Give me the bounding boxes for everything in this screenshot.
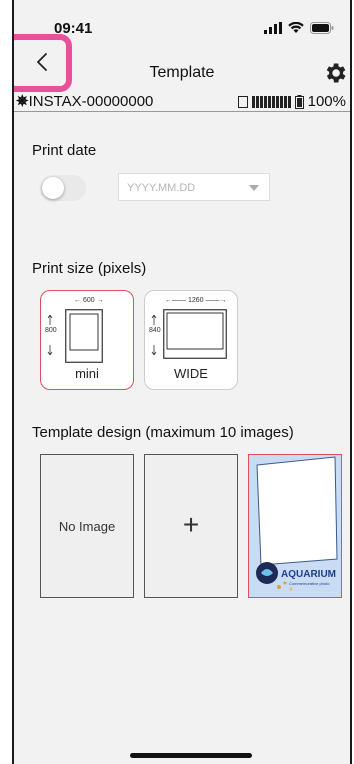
size-option-mini-label: mini [75,366,99,381]
printer-icon [237,95,248,108]
battery-percent: 100% [307,93,346,110]
cellular-signal-icon [264,22,282,34]
no-image-text: No Image [58,519,116,534]
wide-width-label: ←—— 1260 ——→ [165,297,227,304]
print-date-label: Print date [32,142,97,159]
template-design-label: Template design (maximum 10 images) [32,424,294,441]
device-name: ✵INSTAX-00000000 [16,92,153,110]
add-template-button[interactable]: + [144,454,238,598]
mini-height-arrow [47,315,53,355]
template-slot-empty[interactable]: No Image [40,454,134,598]
status-icons [264,22,334,34]
wifi-icon [288,22,304,33]
aquarium-brand-text: AQUARIUM [281,569,336,580]
date-format-placeholder: YYYY.MM.DD [127,182,196,194]
wide-height-arrow [151,315,157,355]
aquarium-caption-text: Commemorative photo [289,581,330,586]
battery-level-icon [294,94,304,109]
print-size-label: Print size (pixels) [32,260,147,277]
navigation-bar: Template [14,34,350,94]
battery-level-bars [251,95,291,108]
size-option-mini[interactable]: ← 600 → 800 mini [40,290,134,390]
date-format-select[interactable]: YYYY.MM.DD [118,173,270,201]
battery-icon [310,22,334,34]
print-date-toggle[interactable] [40,175,86,201]
home-indicator[interactable] [130,753,252,758]
plus-icon: + [182,509,200,540]
mini-width-label: ← 600 → [74,297,104,304]
app-screen: 09:41 Template ✵INSTAX-00000000 100% Pri… [12,0,352,764]
page-title: Template [149,64,215,81]
device-status-row: ✵INSTAX-00000000 100% [14,92,350,112]
instax-mini-frame-icon [65,309,103,363]
instax-wide-frame-icon [163,309,227,359]
device-name-text: INSTAX-00000000 [28,93,154,110]
template-slot-aquarium[interactable]: AQUARIUM Commemorative photo [248,454,342,598]
chevron-down-icon [249,185,259,191]
bluetooth-icon: ✵ [16,93,29,110]
size-option-wide-label: WIDE [174,366,208,381]
toggle-knob [42,177,64,199]
size-option-wide[interactable]: ←—— 1260 ——→ 840 WIDE [144,290,238,390]
printer-battery: 100% [237,93,346,110]
gear-icon[interactable] [322,60,348,86]
